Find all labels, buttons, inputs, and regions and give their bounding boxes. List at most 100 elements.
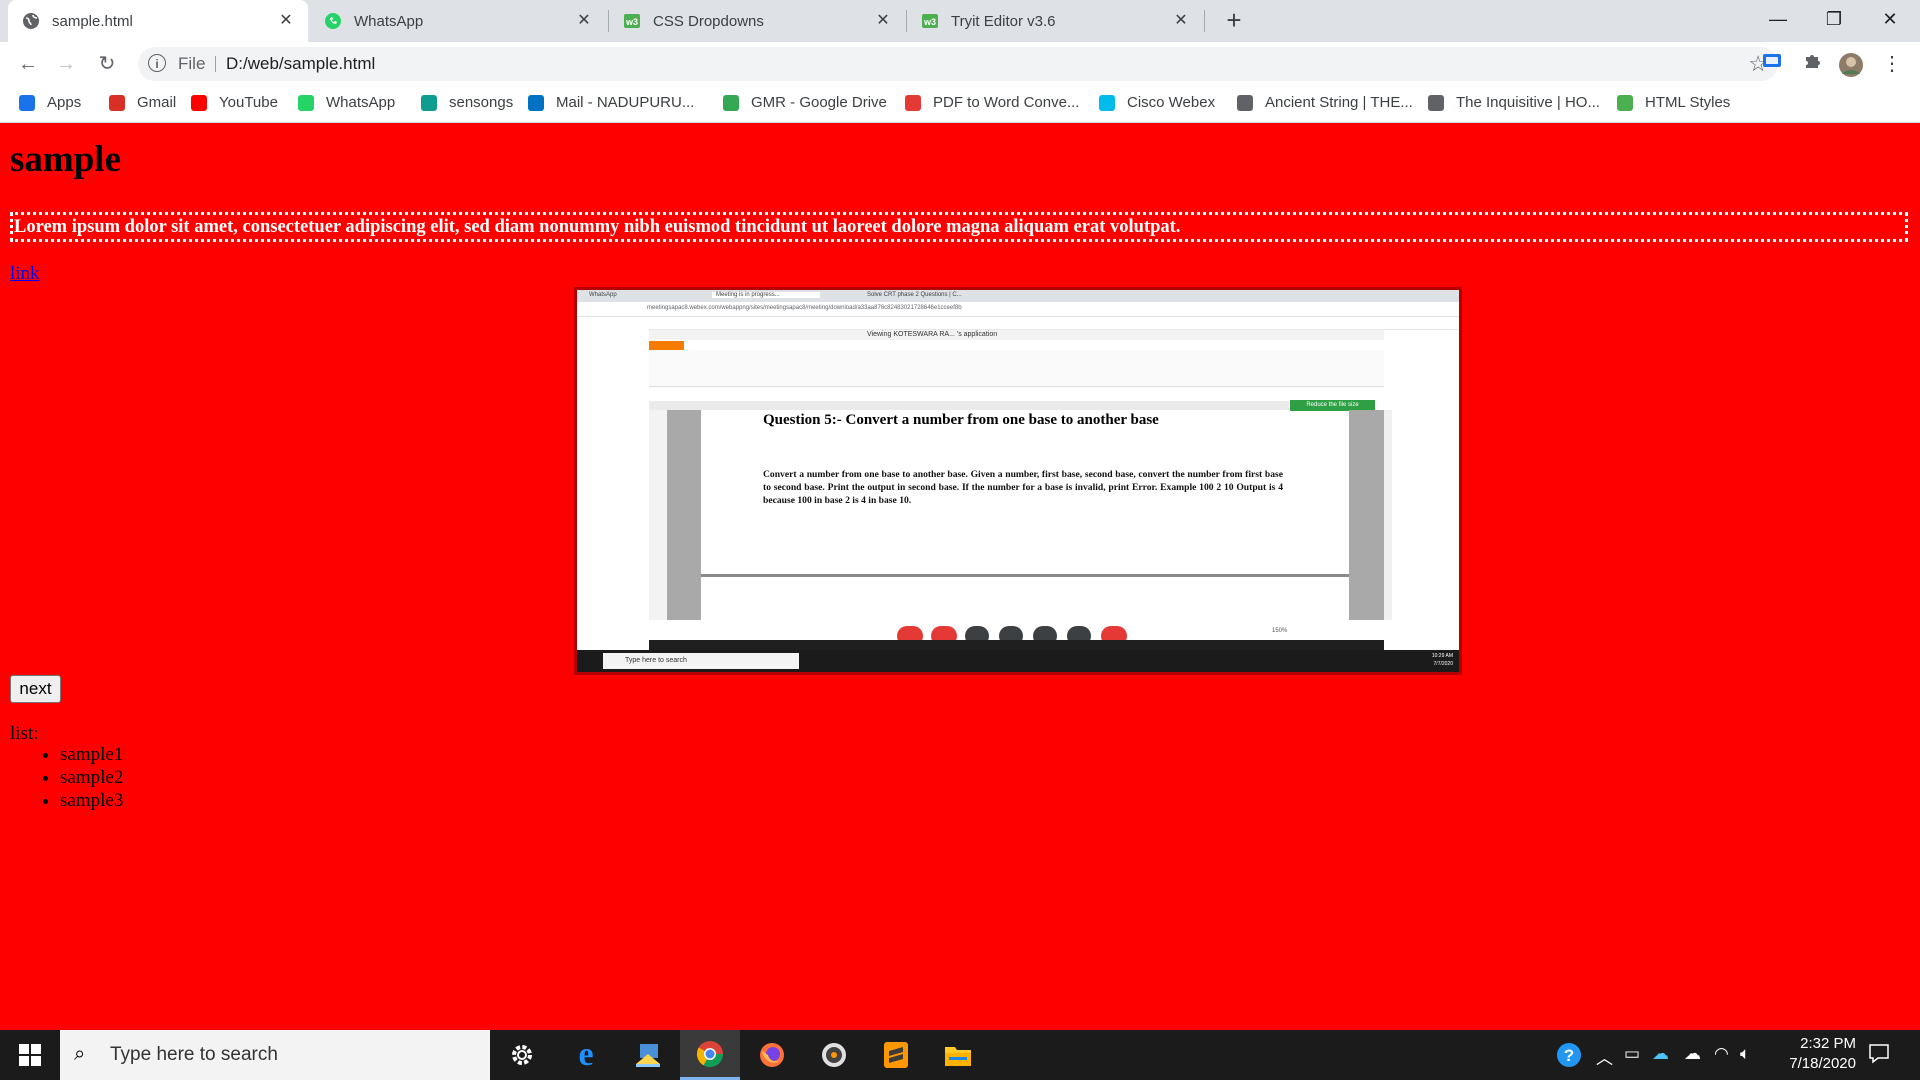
whatsapp-icon bbox=[298, 94, 314, 111]
clock-time: 2:32 PM bbox=[1800, 1035, 1856, 1052]
list-item: sample3 bbox=[60, 789, 123, 812]
bookmark-label: The Inquisitive | HO... bbox=[1456, 94, 1600, 111]
page-content: sample Lorem ipsum dolor sit amet, conse… bbox=[0, 123, 1920, 1030]
page-link[interactable]: link bbox=[10, 263, 40, 285]
explorer-app-taskbar-icon[interactable] bbox=[618, 1030, 678, 1080]
bookmark-w3schools[interactable]: HTML Styles bbox=[1617, 94, 1730, 111]
profile-avatar[interactable] bbox=[1838, 52, 1863, 77]
bookmark-google-drive[interactable]: GMR - Google Drive bbox=[723, 94, 887, 111]
close-icon[interactable]: ✕ bbox=[873, 11, 893, 31]
mini-tab: Solve CRT phase 2 Questions | C... bbox=[867, 292, 962, 298]
bookmark-label: Gmail bbox=[137, 94, 177, 111]
bookmark-label: GMR - Google Drive bbox=[751, 94, 887, 111]
back-button[interactable]: ← bbox=[14, 50, 42, 78]
address-bar[interactable]: i File D:/web/sample.html ☆ bbox=[138, 47, 1778, 81]
browser-toolbar: ← → ↻ i File D:/web/sample.html ☆ ⋮ bbox=[0, 42, 1920, 86]
bookmark-webex[interactable]: Cisco Webex bbox=[1099, 94, 1215, 111]
bookmark-youtube[interactable]: YouTube bbox=[191, 94, 278, 111]
taskbar-search-box[interactable]: ⌕ Type here to search bbox=[60, 1030, 490, 1080]
tab-title: Tryit Editor v3.6 bbox=[951, 12, 1056, 30]
reload-button[interactable]: ↻ bbox=[93, 50, 121, 78]
info-icon[interactable]: i bbox=[148, 54, 166, 72]
bookmark-apps-grid[interactable]: Apps bbox=[19, 94, 81, 111]
mini-question-body: Convert a number from one base to anothe… bbox=[763, 469, 1283, 506]
svg-text:w3: w3 bbox=[625, 17, 638, 27]
w3schools-icon: w3 bbox=[623, 12, 641, 30]
help-icon[interactable]: ? bbox=[1556, 1042, 1582, 1073]
onedrive-icon[interactable]: ☁ bbox=[1652, 1044, 1669, 1064]
list-item: sample1 bbox=[60, 743, 123, 766]
new-tab-button[interactable]: + bbox=[1220, 7, 1248, 34]
volume-muted-icon[interactable]: 🔈︎ bbox=[1740, 1044, 1750, 1064]
cast-extension-icon[interactable] bbox=[1760, 52, 1784, 76]
tab-sample-html[interactable]: sample.html ✕ bbox=[8, 0, 308, 42]
bookmark-label: Ancient String | THE... bbox=[1265, 94, 1413, 111]
bookmark-label: PDF to Word Conve... bbox=[933, 94, 1080, 111]
windows-logo-icon bbox=[19, 1044, 41, 1066]
media-player-taskbar-icon[interactable] bbox=[804, 1030, 864, 1080]
more-menu-icon[interactable]: ⋮ bbox=[1880, 52, 1904, 76]
bookmark-outlook[interactable]: Mail - NADUPURU... bbox=[528, 94, 694, 111]
mini-time: 10:29 AM bbox=[1431, 653, 1453, 659]
lorem-paragraph: Lorem ipsum dolor sit amet, consectetuer… bbox=[10, 212, 1908, 242]
taskbar-search-placeholder: Type here to search bbox=[110, 1044, 278, 1065]
tab-title: sample.html bbox=[52, 12, 133, 30]
file-explorer-taskbar-icon[interactable] bbox=[928, 1030, 988, 1080]
page-title: sample bbox=[10, 139, 121, 180]
extensions-puzzle-icon[interactable] bbox=[1800, 52, 1824, 76]
mini-url: meetingsapac8.webex.com/webappng/sites/m… bbox=[647, 305, 962, 311]
mini-left-gutter bbox=[577, 329, 649, 640]
bookmark-pdf-converter[interactable]: PDF to Word Conve... bbox=[905, 94, 1079, 111]
embedded-screenshot-image: WhatsApp Meeting is in progress... Solve… bbox=[574, 287, 1462, 675]
cloud-icon[interactable]: ☁ bbox=[1684, 1044, 1701, 1064]
close-icon[interactable]: ✕ bbox=[276, 11, 296, 31]
bookmark-label: Mail - NADUPURU... bbox=[556, 94, 695, 111]
mini-dark-band bbox=[649, 640, 1384, 650]
tab-separator bbox=[1204, 10, 1205, 32]
taskbar-clock[interactable]: 2:32 PM 7/18/2020 bbox=[1764, 1034, 1856, 1074]
tab-title: CSS Dropdowns bbox=[653, 12, 764, 30]
close-window-button[interactable]: ✕ bbox=[1862, 0, 1918, 38]
tab-strip: sample.html ✕ WhatsApp ✕ w3 CSS Dropdown… bbox=[0, 0, 1920, 42]
mini-sidebar bbox=[649, 410, 667, 620]
restore-button[interactable]: ❐ bbox=[1806, 0, 1862, 38]
close-icon[interactable]: ✕ bbox=[1171, 11, 1191, 31]
pdf-converter-icon bbox=[905, 94, 921, 111]
start-button[interactable] bbox=[0, 1030, 60, 1080]
tab-css-dropdowns[interactable]: w3 CSS Dropdowns ✕ bbox=[609, 0, 905, 42]
url-scheme: File bbox=[178, 54, 206, 73]
mini-page-break bbox=[701, 574, 1349, 577]
mini-taskbar-search: Type here to search bbox=[603, 653, 799, 669]
battery-icon[interactable]: ▭ bbox=[1624, 1044, 1640, 1064]
settings-taskbar-icon[interactable] bbox=[492, 1030, 552, 1080]
w3schools-icon: w3 bbox=[921, 12, 939, 30]
mini-doc-gray-left bbox=[667, 410, 701, 620]
show-hidden-icons-chevron-icon[interactable]: ︿ bbox=[1596, 1044, 1613, 1069]
mini-date: 7/7/2020 bbox=[1433, 661, 1453, 667]
mini-ribbon bbox=[649, 350, 1384, 387]
next-button[interactable]: next bbox=[10, 675, 61, 703]
minimize-button[interactable]: — bbox=[1750, 0, 1806, 38]
bookmark-label: Cisco Webex bbox=[1127, 94, 1216, 111]
notifications-icon[interactable] bbox=[1868, 1042, 1890, 1069]
sublime-text-taskbar-icon[interactable] bbox=[866, 1030, 926, 1080]
bookmark-sensongs[interactable]: sensongs bbox=[421, 94, 513, 111]
wifi-icon[interactable]: ◠ bbox=[1714, 1044, 1729, 1064]
mini-viewing-label: Viewing KOTESWARA RA... 's application bbox=[867, 331, 998, 338]
outlook-icon bbox=[528, 94, 544, 111]
tab-tryit-editor[interactable]: w3 Tryit Editor v3.6 ✕ bbox=[907, 0, 1203, 42]
bookmark-whatsapp[interactable]: WhatsApp bbox=[298, 94, 395, 111]
mini-doc-tabs bbox=[649, 401, 1289, 410]
close-icon[interactable]: ✕ bbox=[574, 11, 594, 31]
chrome-taskbar-icon[interactable] bbox=[680, 1030, 740, 1080]
forward-button[interactable]: → bbox=[52, 50, 80, 78]
bookmark-inquisitive[interactable]: The Inquisitive | HO... bbox=[1428, 94, 1600, 111]
edge-taskbar-icon[interactable]: e bbox=[556, 1030, 616, 1080]
url-text[interactable]: D:/web/sample.html bbox=[226, 54, 375, 74]
mini-tabstrip bbox=[577, 290, 1459, 302]
bookmark-ancient-string[interactable]: Ancient String | THE... bbox=[1237, 94, 1413, 111]
firefox-taskbar-icon[interactable] bbox=[742, 1030, 802, 1080]
w3schools-icon bbox=[1617, 94, 1633, 111]
tab-whatsapp[interactable]: WhatsApp ✕ bbox=[310, 0, 606, 42]
bookmark-gmail[interactable]: Gmail bbox=[109, 94, 176, 111]
